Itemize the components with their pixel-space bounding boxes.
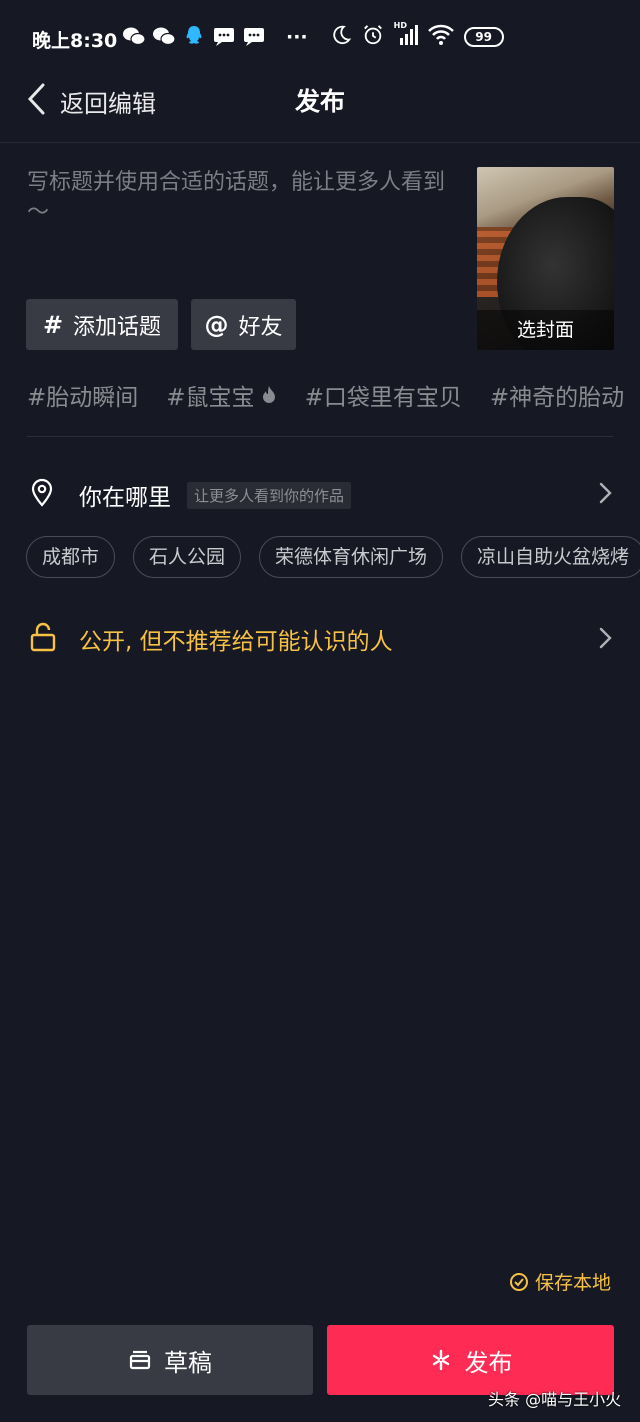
qq-icon <box>182 24 206 52</box>
wifi-icon <box>427 24 454 50</box>
topic-suggestion[interactable]: #神奇的胎动 <box>490 378 624 412</box>
publish-label: 发布 <box>464 1348 513 1377</box>
location-suggestion-pill[interactable]: 石人公园 <box>133 536 242 578</box>
add-topic-label: 添加话题 <box>73 314 162 340</box>
alarm-icon <box>362 24 384 50</box>
signal-icon: HD <box>394 21 418 50</box>
status-time: 晚上8:30 <box>32 30 118 52</box>
privacy-label: 公开, 但不推荐给可能认识的人 <box>79 629 393 655</box>
draft-button[interactable]: 草稿 <box>27 1325 313 1395</box>
topic-suggestion[interactable]: #口袋里有宝贝 <box>305 378 462 412</box>
status-bar: 晚上8:30 ··· HD 99 <box>0 0 640 78</box>
save-local-toggle[interactable]: 保存本地 <box>509 1268 611 1295</box>
sparkle-icon <box>432 1349 449 1371</box>
moon-icon <box>330 24 352 50</box>
location-hint-badge: 让更多人看到你的作品 <box>187 482 352 509</box>
publish-button[interactable]: 发布 <box>327 1325 614 1395</box>
topic-suggestion[interactable]: #胎动瞬间 <box>27 378 138 412</box>
watermark-text: 头条 @喵与王小火 <box>488 1390 622 1409</box>
chevron-right-icon <box>598 482 612 508</box>
mention-friends-label: 好友 <box>238 314 283 340</box>
fire-icon <box>262 386 275 403</box>
draft-label: 草稿 <box>164 1348 212 1377</box>
top-nav-bar: 返回编辑 发布 <box>0 78 640 143</box>
location-pin-icon <box>30 478 54 512</box>
unlock-icon <box>30 622 56 656</box>
location-row[interactable]: 你在哪里 让更多人看到你的作品 <box>0 466 640 522</box>
suggested-topics: #胎动瞬间 #鼠宝宝 #口袋里有宝贝 #神奇的胎动 <box>27 378 624 412</box>
location-suggestion-pill[interactable]: 成都市 <box>26 536 116 578</box>
add-topic-button[interactable]: # 添加话题 <box>26 299 178 350</box>
page-title: 发布 <box>294 87 345 116</box>
check-circle-icon <box>510 1272 528 1291</box>
privacy-setting-row[interactable]: 公开, 但不推荐给可能认识的人 <box>0 612 640 664</box>
location-suggestions: 成都市 石人公园 荣德体育休闲广场 凉山自助火盆烧烤 <box>26 536 640 578</box>
draft-box-icon <box>129 1350 151 1370</box>
save-local-label: 保存本地 <box>535 1272 612 1294</box>
mention-friends-button[interactable]: @ 好友 <box>191 299 296 350</box>
chevron-right-icon <box>598 627 612 653</box>
more-icon: ··· <box>286 26 308 48</box>
wechat-icon <box>152 24 176 52</box>
cover-thumbnail[interactable]: 选封面 <box>477 167 614 350</box>
message-icon <box>212 24 236 52</box>
system-icons: ··· HD 99 <box>286 21 504 50</box>
divider <box>27 436 613 437</box>
message-icon <box>242 24 266 52</box>
location-suggestion-pill[interactable]: 凉山自助火盆烧烤 <box>461 536 640 578</box>
topic-suggestion[interactable]: #鼠宝宝 <box>166 378 276 412</box>
location-suggestion-pill[interactable]: 荣德体育休闲广场 <box>259 536 444 578</box>
battery-icon: 99 <box>463 27 504 47</box>
at-icon: @ <box>204 310 229 339</box>
location-label: 你在哪里 <box>79 485 171 511</box>
wechat-icon <box>122 24 146 52</box>
notification-icons <box>122 24 266 52</box>
select-cover-label: 选封面 <box>477 310 614 350</box>
caption-input[interactable]: 写标题并使用合适的话题，能让更多人看到～ <box>27 168 457 228</box>
hashtag-icon: # <box>42 310 64 339</box>
